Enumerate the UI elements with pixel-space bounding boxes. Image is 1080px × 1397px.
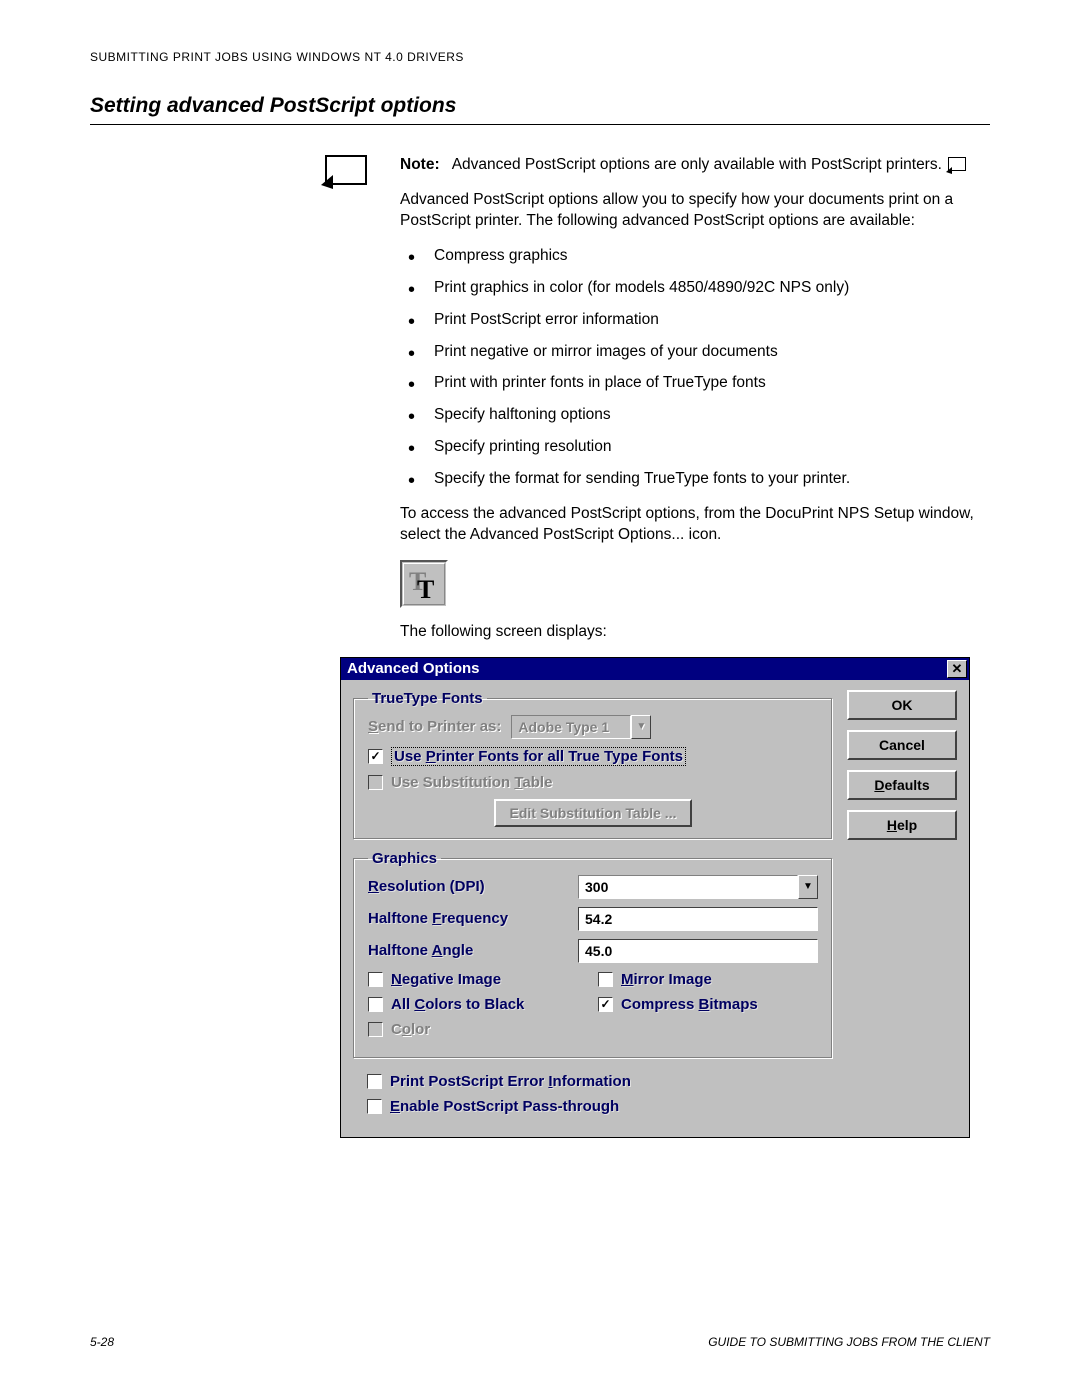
color-checkbox — [368, 1022, 383, 1037]
ps-error-checkbox[interactable] — [367, 1074, 382, 1089]
list-item: Print negative or mirror images of your … — [400, 342, 990, 363]
intro-paragraph: Advanced PostScript options allow you to… — [400, 190, 990, 232]
book-title: GUIDE TO SUBMITTING JOBS FROM THE CLIENT — [708, 1335, 990, 1349]
resolution-label: Resolution (DPI) — [368, 878, 568, 895]
halftone-frequency-label: Halftone Frequency — [368, 910, 568, 927]
ps-error-label: Print PostScript Error Information — [390, 1073, 631, 1090]
negative-image-label: Negative Image — [391, 971, 501, 988]
running-header: SUBMITTING PRINT JOBS USING WINDOWS NT 4… — [90, 50, 990, 64]
inline-note-icon — [948, 157, 966, 171]
following-paragraph: The following screen displays: — [400, 622, 990, 643]
color-label: Color — [391, 1021, 430, 1038]
page-number: 5-28 — [90, 1335, 114, 1349]
help-button[interactable]: Help — [847, 810, 957, 840]
resolution-combo[interactable]: 300 ▼ — [578, 875, 818, 899]
dialog-titlebar[interactable]: Advanced Options ✕ — [341, 658, 969, 680]
graphics-legend: Graphics — [368, 850, 441, 867]
chevron-down-icon: ▼ — [631, 715, 651, 739]
truetype-legend: TrueType Fonts — [368, 690, 487, 707]
use-substitution-label: Use Substitution Table — [391, 774, 552, 791]
note-text: Advanced PostScript options are only ava… — [452, 156, 942, 173]
defaults-button[interactable]: Defaults — [847, 770, 957, 800]
negative-image-checkbox[interactable] — [368, 972, 383, 987]
ps-passthrough-checkbox[interactable] — [367, 1099, 382, 1114]
note-paragraph: Note: Advanced PostScript options are on… — [400, 155, 990, 176]
all-colors-black-label: All Colors to Black — [391, 996, 524, 1013]
title-rule — [90, 124, 990, 125]
list-item: Specify the format for sending TrueType … — [400, 469, 990, 490]
use-printer-fonts-checkbox[interactable]: ✓ — [368, 749, 383, 764]
chevron-down-icon[interactable]: ▼ — [798, 875, 818, 899]
use-printer-fonts-label: Use Printer Fonts for all True Type Font… — [391, 747, 686, 766]
list-item: Print PostScript error information — [400, 310, 990, 331]
halftone-frequency-input[interactable]: 54.2 — [578, 907, 818, 931]
advanced-options-dialog: Advanced Options ✕ TrueType Fonts Send t… — [340, 657, 970, 1138]
list-item: Print graphics in color (for models 4850… — [400, 278, 990, 299]
resolution-value: 300 — [578, 875, 798, 899]
list-item: Compress graphics — [400, 246, 990, 267]
truetype-group: TrueType Fonts Send to Printer as: Adobe… — [353, 690, 833, 840]
truetype-icon: T T — [400, 560, 448, 608]
cancel-button[interactable]: Cancel — [847, 730, 957, 760]
compress-bitmaps-label: Compress Bitmaps — [621, 996, 758, 1013]
graphics-group: Graphics Resolution (DPI) 300 ▼ Halftone… — [353, 850, 833, 1059]
dialog-title: Advanced Options — [347, 660, 480, 677]
edit-substitution-button: Edit Substitution Table ... — [494, 799, 693, 827]
note-label: Note: — [400, 156, 440, 173]
compress-bitmaps-checkbox[interactable]: ✓ — [598, 997, 613, 1012]
halftone-angle-input[interactable]: 45.0 — [578, 939, 818, 963]
options-list: Compress graphics Print graphics in colo… — [400, 246, 990, 490]
ps-passthrough-label: Enable PostScript Pass-through — [390, 1098, 619, 1115]
send-to-printer-combo: Adobe Type 1 ▼ — [511, 715, 651, 739]
close-icon[interactable]: ✕ — [947, 660, 967, 678]
halftone-angle-label: Halftone Angle — [368, 942, 568, 959]
use-substitution-checkbox — [368, 775, 383, 790]
all-colors-black-checkbox[interactable] — [368, 997, 383, 1012]
send-to-printer-label: Send to Printer as: — [368, 718, 501, 735]
mirror-image-label: Mirror Image — [621, 971, 712, 988]
send-to-printer-value: Adobe Type 1 — [511, 715, 631, 739]
ok-button[interactable]: OK — [847, 690, 957, 720]
note-icon — [325, 155, 367, 189]
access-paragraph: To access the advanced PostScript option… — [400, 504, 990, 546]
list-item: Specify halftoning options — [400, 405, 990, 426]
list-item: Print with printer fonts in place of Tru… — [400, 373, 990, 394]
mirror-image-checkbox[interactable] — [598, 972, 613, 987]
section-title: Setting advanced PostScript options — [90, 94, 990, 118]
list-item: Specify printing resolution — [400, 437, 990, 458]
